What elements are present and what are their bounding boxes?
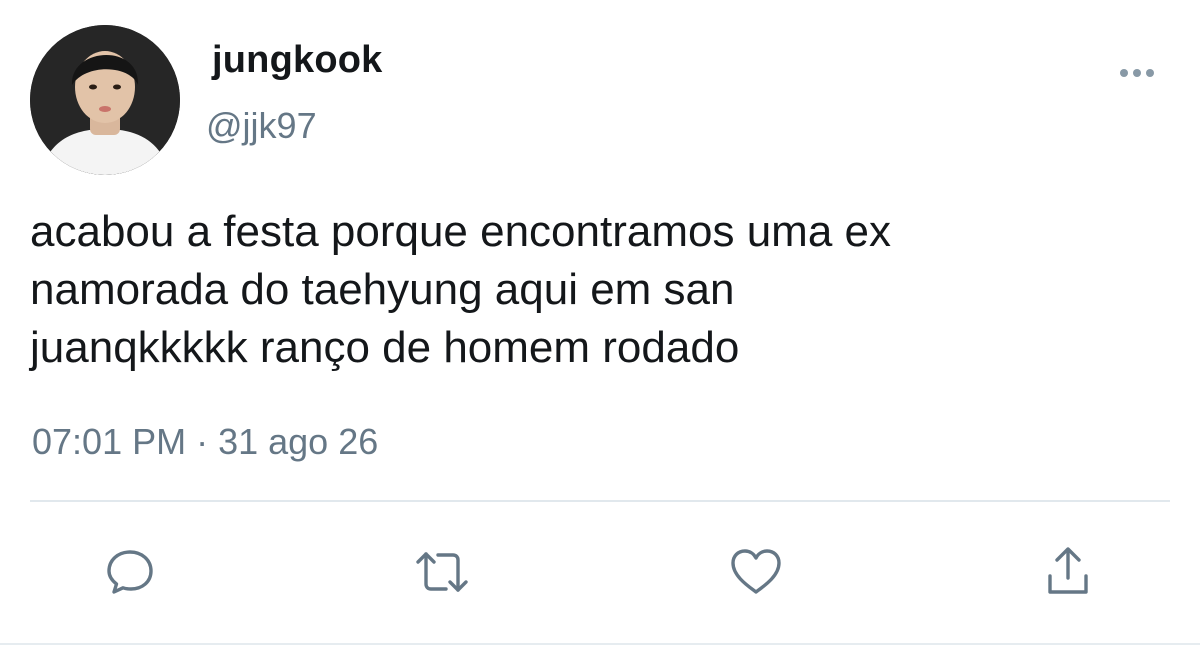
divider [30, 500, 1170, 502]
avatar-image [30, 25, 180, 175]
share-icon [1048, 547, 1088, 594]
display-name[interactable]: jungkook [212, 38, 383, 82]
share-button[interactable] [1036, 540, 1100, 604]
retweet-icon [416, 552, 468, 592]
more-dot [1146, 69, 1154, 77]
bottom-border [0, 643, 1200, 645]
tweet-card: jungkook @jjk97 acabou a festa porque en… [0, 0, 1200, 661]
tweet-text-line: acabou a festa porque encontramos uma ex [30, 207, 891, 256]
retweet-button[interactable] [410, 540, 474, 604]
tweet-actions [0, 540, 1200, 610]
reply-bubble-icon [107, 550, 153, 594]
tweet-text-line: juanqkkkkk ranço de homem rodado [30, 323, 740, 372]
avatar[interactable] [30, 25, 180, 175]
user-handle[interactable]: @jjk97 [206, 105, 317, 147]
reply-button[interactable] [98, 540, 162, 604]
heart-icon [731, 549, 781, 594]
more-dot [1133, 69, 1141, 77]
more-dot [1120, 69, 1128, 77]
tweet-timestamp[interactable]: 07:01 PM · 31 ago 26 [32, 420, 378, 464]
like-button[interactable] [724, 540, 788, 604]
more-dots-icon[interactable] [1112, 56, 1162, 90]
tweet-text-line: namorada do taehyung aqui em san [30, 265, 735, 314]
tweet-text: acabou a festa porque encontramos uma ex… [30, 203, 1150, 377]
